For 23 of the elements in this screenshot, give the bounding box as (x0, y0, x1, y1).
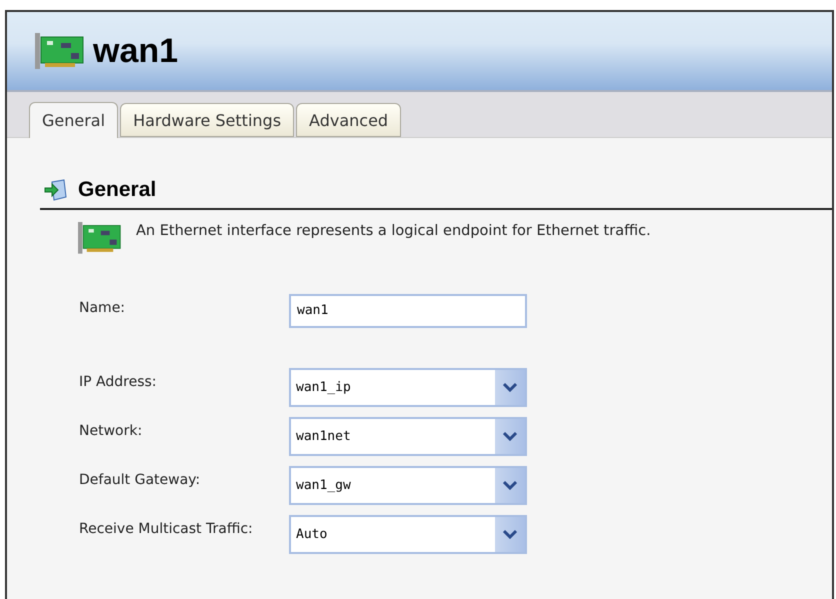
section-title: General (78, 178, 156, 202)
network-card-icon (35, 33, 85, 69)
tab[interactable]: Hardware Settings (120, 103, 294, 137)
description-text: An Ethernet interface represents a logical endpoint for Ethernet traffic. (136, 222, 651, 241)
dropdown[interactable]: wan1_gw (289, 466, 527, 505)
field-label: IP Address: (79, 372, 158, 392)
tab[interactable]: General (29, 102, 118, 138)
tab[interactable]: Advanced (296, 103, 402, 137)
window-title: wan1 (93, 32, 178, 70)
chevron-down-icon (503, 431, 517, 442)
chevron-down-icon (503, 480, 517, 490)
network-card-icon (78, 222, 122, 254)
dropdown[interactable]: wan1net (289, 416, 527, 456)
field-label: Network: (79, 422, 144, 441)
input-field[interactable]: wan1 (289, 294, 527, 328)
arrow-document-icon (44, 179, 68, 201)
dropdown[interactable]: wan1_ip (289, 368, 527, 407)
field-label: Receive Multicast Traffic: (79, 520, 254, 539)
dropdown[interactable]: Auto (289, 514, 527, 554)
field-label: Default Gateway: (79, 470, 202, 490)
field-label: Name: (79, 298, 126, 318)
chevron-down-icon (503, 382, 517, 392)
chevron-down-icon (503, 529, 517, 540)
